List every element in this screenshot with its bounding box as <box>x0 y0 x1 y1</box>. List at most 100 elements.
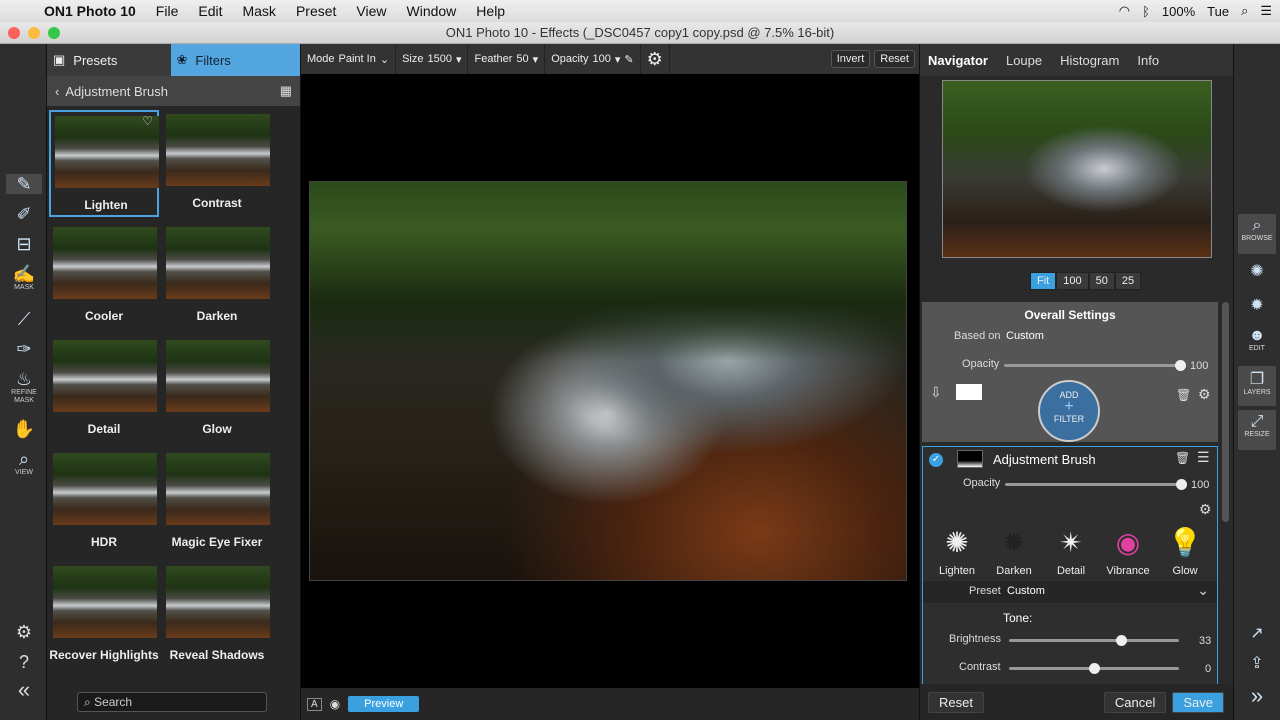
search-input[interactable]: ⌕ Search <box>77 692 267 712</box>
slider-knob[interactable] <box>1175 360 1186 371</box>
filter-vibrance[interactable]: ◉ Vibrance <box>1100 525 1156 577</box>
settings-button[interactable]: ⚙ <box>6 622 42 642</box>
pen-pressure-icon[interactable]: ✎ <box>624 53 633 66</box>
preset-darken[interactable]: Darken <box>162 223 272 330</box>
preset-detail[interactable]: Detail <box>49 336 159 443</box>
collapse-right-button[interactable]: » <box>1238 680 1276 710</box>
gear-icon[interactable]: ⚙ <box>1199 501 1212 518</box>
brush-tool[interactable]: ✐ <box>6 204 42 224</box>
adjustment-opacity-slider[interactable] <box>1005 479 1187 490</box>
preset-hdr[interactable]: HDR <box>49 449 159 556</box>
export-icon[interactable]: ⇩ <box>930 384 942 401</box>
right-scrollbar[interactable] <box>1222 302 1229 522</box>
mode-control[interactable]: Mode Paint In ⌄ <box>301 44 397 74</box>
close-window-button[interactable] <box>8 27 20 39</box>
menu-window[interactable]: Window <box>397 3 467 19</box>
auto-icon[interactable]: A <box>307 697 322 711</box>
minimize-window-button[interactable] <box>28 27 40 39</box>
zoom-100[interactable]: 100 <box>1056 272 1089 290</box>
notification-icon[interactable]: ☰ <box>1260 3 1272 19</box>
hand-tool[interactable]: ✋ <box>6 419 42 439</box>
menu-icon[interactable]: ☰ <box>1197 449 1210 466</box>
reset-mask-button[interactable]: Reset <box>874 50 915 68</box>
gear-icon[interactable]: ⚙ <box>1198 386 1211 403</box>
refine-mask-tool[interactable]: ♨ REFINE MASK <box>6 369 42 405</box>
preset-magic-eye-fixer[interactable]: Magic Eye Fixer <box>162 449 272 556</box>
overall-opacity-slider[interactable] <box>1004 360 1186 371</box>
share-button[interactable]: ↗ <box>1238 620 1276 646</box>
zoom-fit[interactable]: Fit <box>1030 272 1057 290</box>
mask-view-icon[interactable]: ◉ <box>330 697 340 711</box>
effects-module[interactable]: ✺ <box>1238 258 1276 288</box>
zoom-tool[interactable]: ⌕ VIEW <box>6 449 42 477</box>
zoom-50[interactable]: 50 <box>1088 272 1115 290</box>
trash-icon[interactable]: 🗑 <box>1176 388 1191 402</box>
battery-label[interactable]: 100% <box>1162 4 1195 19</box>
spotlight-icon[interactable]: ⌕ <box>1241 3 1248 19</box>
tab-loupe[interactable]: Loupe <box>1006 53 1042 68</box>
preset-glow[interactable]: Glow <box>162 336 272 443</box>
filter-detail[interactable]: ✴ Detail <box>1043 525 1099 577</box>
trash-icon[interactable]: 🗑 <box>1175 451 1190 465</box>
canvas-area[interactable] <box>301 74 919 688</box>
favorite-heart-icon[interactable]: ♡ <box>142 114 153 128</box>
menu-edit[interactable]: Edit <box>188 3 232 19</box>
preview-button[interactable]: Preview <box>348 696 420 712</box>
menu-help[interactable]: Help <box>466 3 515 19</box>
tab-presets[interactable]: ▣ Presets <box>47 44 171 76</box>
brush-settings[interactable]: ⚙ <box>641 44 670 74</box>
bluetooth-icon[interactable]: ᛒ <box>1142 4 1150 19</box>
menu-mask[interactable]: Mask <box>232 3 285 19</box>
filter-glow[interactable]: 💡 Glow <box>1157 525 1213 577</box>
menu-preset[interactable]: Preset <box>286 3 346 19</box>
mask-swatch[interactable] <box>956 384 982 400</box>
navigator-thumbnail[interactable] <box>942 80 1212 258</box>
reset-button[interactable]: Reset <box>928 691 984 713</box>
refine-brush-tool[interactable]: ⟋ <box>6 309 42 329</box>
grid-view-icon[interactable]: ▦ <box>280 83 292 99</box>
slider-knob[interactable] <box>1089 663 1100 674</box>
zoom-25[interactable]: 25 <box>1114 272 1142 290</box>
chisel-tool[interactable]: ✑ <box>6 339 42 359</box>
add-filter-button[interactable]: ADD + FILTER <box>1038 380 1100 442</box>
menu-view[interactable]: View <box>346 3 396 19</box>
preset-recover-highlights[interactable]: Recover Highlights <box>49 562 159 669</box>
opacity-control[interactable]: Opacity 100 ▾ ✎ <box>545 44 641 74</box>
clock-label[interactable]: Tue <box>1207 4 1229 19</box>
collapse-left-button[interactable]: « <box>6 679 42 701</box>
gradient-tool[interactable]: ⊟ <box>6 234 42 254</box>
preset-contrast[interactable]: Contrast <box>162 110 272 217</box>
cancel-button[interactable]: Cancel <box>1103 691 1167 713</box>
filter-darken[interactable]: ✹ Darken <box>986 525 1042 577</box>
save-button[interactable]: Save <box>1172 691 1224 713</box>
preset-cooler[interactable]: Cooler <box>49 223 159 330</box>
contrast-slider[interactable] <box>1009 663 1179 674</box>
slider-knob[interactable] <box>1116 635 1128 646</box>
enhance-module[interactable]: ✹ <box>1238 292 1276 322</box>
tab-filters[interactable]: ❀ Filters <box>170 44 300 76</box>
mask-tool[interactable]: ✍ MASK <box>6 264 42 292</box>
brightness-slider[interactable] <box>1009 635 1179 646</box>
preset-dropdown[interactable]: Preset Custom ⌄ <box>923 581 1217 603</box>
menu-file[interactable]: File <box>146 3 189 19</box>
browse-module[interactable]: ⌕ BROWSE <box>1238 214 1276 254</box>
based-on-value[interactable]: Custom <box>1006 330 1044 342</box>
invert-button[interactable]: Invert <box>830 50 871 68</box>
adjustment-brush-tool[interactable]: ✎ <box>6 174 42 194</box>
size-control[interactable]: Size 1500 ▾ <box>396 44 469 74</box>
tab-histogram[interactable]: Histogram <box>1060 53 1119 68</box>
back-chevron-icon[interactable]: ‹ <box>55 84 59 99</box>
enable-checkmark-icon[interactable]: ✓ <box>929 453 943 467</box>
filter-lighten[interactable]: ✺ Lighten <box>929 525 985 577</box>
resize-module[interactable]: ⤢ RESIZE <box>1238 410 1276 450</box>
feather-control[interactable]: Feather 50 ▾ <box>468 44 546 74</box>
layers-module[interactable]: ❐ LAYERS <box>1238 366 1276 406</box>
zoom-window-button[interactable] <box>48 27 60 39</box>
photo-preview[interactable] <box>309 181 907 581</box>
slider-knob[interactable] <box>1176 479 1187 490</box>
export-button[interactable]: ⇪ <box>1238 650 1276 678</box>
app-menu[interactable]: ON1 Photo 10 <box>40 3 146 19</box>
preset-reveal-shadows[interactable]: Reveal Shadows <box>162 562 272 669</box>
edit-module[interactable]: ☻ EDIT <box>1238 324 1276 360</box>
wifi-icon[interactable]: ◠ <box>1119 3 1130 19</box>
